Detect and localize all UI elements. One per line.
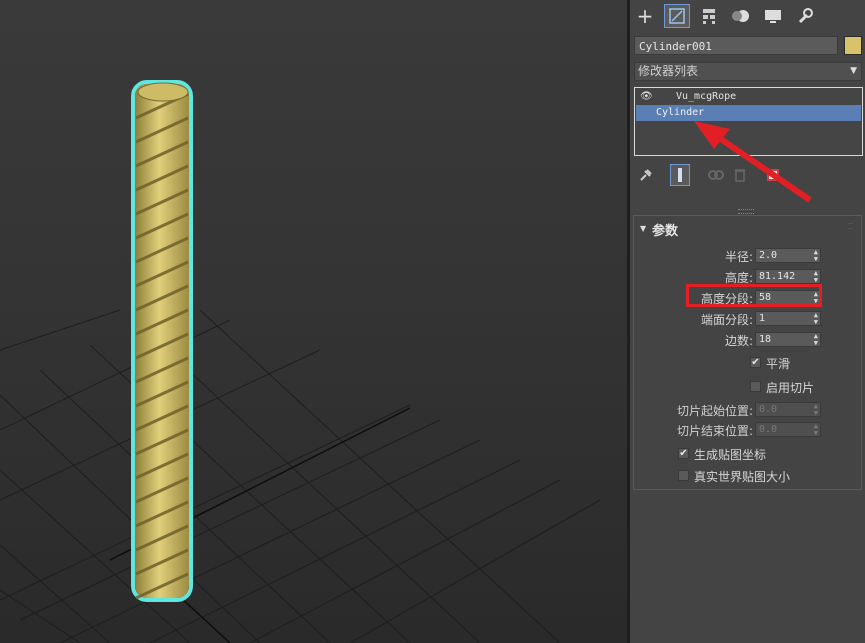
spinner-arrows-icon[interactable]: ▲ ▼ xyxy=(814,249,818,263)
spinner-arrows-icon[interactable]: ▲ ▼ xyxy=(814,270,818,284)
sides-value: 18 xyxy=(759,334,772,345)
height-segments-spinner[interactable]: 58 ▲ ▼ xyxy=(755,290,821,305)
object-name-field[interactable]: Cylinder001 xyxy=(634,36,838,55)
app-window: + Cylinder001 修改器列表 ▼ 👁 Vu_mcgRope Cylin… xyxy=(0,0,865,643)
slice-from-spinner[interactable]: 0.0 ▲ ▼ xyxy=(755,402,821,417)
collapse-triangle-icon: ▼ xyxy=(640,224,647,233)
cap-segments-spinner[interactable]: 1 ▲ ▼ xyxy=(755,311,821,326)
modifier-stack: 👁 Vu_mcgRope Cylinder xyxy=(634,87,863,156)
spinner-arrows-icon[interactable]: ▲ ▼ xyxy=(814,403,818,417)
height-segments-label: 高度分段: xyxy=(700,292,753,306)
remove-modifier-button[interactable] xyxy=(730,164,750,186)
panel-grip-handle[interactable] xyxy=(738,209,754,214)
modify-icon xyxy=(669,8,685,24)
wrench-icon xyxy=(798,8,813,24)
slice-from-value: 0.0 xyxy=(759,404,778,415)
sides-label: 边数: xyxy=(724,334,753,348)
slice-on-checkbox[interactable] xyxy=(750,381,761,392)
plus-icon: + xyxy=(636,4,654,28)
real-world-checkbox[interactable] xyxy=(678,470,689,481)
gen-mapping-checkbox[interactable]: ✔ xyxy=(678,448,689,459)
sides-spinner[interactable]: 18 ▲ ▼ xyxy=(755,332,821,347)
slice-on-label: 启用切片 xyxy=(766,381,815,395)
motion-icon xyxy=(732,10,749,22)
cap-segments-label: 端面分段: xyxy=(700,313,753,327)
configure-modifier-sets-button[interactable] xyxy=(764,164,784,186)
spinner-arrows-icon[interactable]: ▲ ▼ xyxy=(814,423,818,437)
height-spinner[interactable]: 81.142 ▲ ▼ xyxy=(755,269,821,284)
perspective-viewport[interactable] xyxy=(0,0,627,643)
pin-stack-icon xyxy=(640,169,652,181)
smooth-checkbox[interactable]: ✔ xyxy=(750,357,761,368)
rope-object xyxy=(131,80,193,602)
pin-stack-button[interactable] xyxy=(636,164,656,186)
smooth-label: 平滑 xyxy=(766,357,791,371)
eye-icon[interactable]: 👁 xyxy=(640,89,653,105)
slice-from-label: 切片起始位置: xyxy=(676,404,753,418)
spinner-arrows-icon[interactable]: ▲ ▼ xyxy=(814,333,818,347)
height-value: 81.142 xyxy=(759,271,796,282)
display-icon xyxy=(765,10,781,23)
cap-segments-value: 1 xyxy=(759,313,766,324)
configure-modifier-sets-icon xyxy=(767,169,779,181)
show-end-result-button[interactable] xyxy=(670,164,690,186)
create-tab[interactable]: + xyxy=(632,4,658,28)
modify-tab[interactable] xyxy=(664,4,690,28)
object-color-swatch[interactable] xyxy=(844,36,862,55)
utilities-tab[interactable] xyxy=(792,4,818,28)
spinner-arrows-icon[interactable]: ▲ ▼ xyxy=(814,312,818,326)
make-unique-button[interactable] xyxy=(706,164,726,186)
parameters-rollout-header[interactable]: ▼ 参数 ⁚⁚ xyxy=(634,216,861,240)
slice-to-value: 0.0 xyxy=(759,424,778,435)
modifier-list-dropdown[interactable]: 修改器列表 ▼ xyxy=(634,62,862,81)
remove-modifier-icon xyxy=(735,169,745,182)
rollout-dots-icon: ⁚⁚ xyxy=(847,222,853,231)
rollout-title: 参数 xyxy=(652,224,679,239)
hierarchy-tab[interactable] xyxy=(696,4,722,28)
stack-toolbar xyxy=(630,162,865,188)
motion-tab[interactable] xyxy=(728,4,754,28)
spinner-arrows-icon[interactable]: ▲ ▼ xyxy=(814,291,818,305)
hierarchy-icon xyxy=(703,9,715,24)
radius-spinner[interactable]: 2.0 ▲ ▼ xyxy=(755,248,821,263)
command-panel-tabs: + xyxy=(630,0,865,32)
stack-item-label: Cylinder xyxy=(656,107,705,118)
gen-mapping-label: 生成贴图坐标 xyxy=(694,448,767,462)
height-segments-value: 58 xyxy=(759,292,772,303)
display-tab[interactable] xyxy=(760,4,786,28)
modifier-list-label: 修改器列表 xyxy=(638,64,699,78)
slice-to-label: 切片结束位置: xyxy=(676,424,753,438)
real-world-label: 真实世界贴图大小 xyxy=(694,470,791,484)
stack-item-cylinder[interactable]: Cylinder xyxy=(636,105,861,121)
radius-value: 2.0 xyxy=(759,250,778,261)
show-end-result-icon xyxy=(678,168,682,182)
command-panel: + Cylinder001 修改器列表 ▼ 👁 Vu_mcgRope Cylin… xyxy=(630,0,865,643)
ground-grid xyxy=(0,309,601,643)
stack-item-vu-mcgrope[interactable]: 👁 Vu_mcgRope xyxy=(636,89,861,105)
stack-item-label: Vu_mcgRope xyxy=(676,91,737,102)
slice-to-spinner[interactable]: 0.0 ▲ ▼ xyxy=(755,422,821,437)
make-unique-icon xyxy=(708,170,724,180)
chevron-down-icon: ▼ xyxy=(850,66,857,76)
viewport-scene xyxy=(0,80,601,643)
radius-label: 半径: xyxy=(724,250,753,264)
height-label: 高度: xyxy=(724,271,753,285)
